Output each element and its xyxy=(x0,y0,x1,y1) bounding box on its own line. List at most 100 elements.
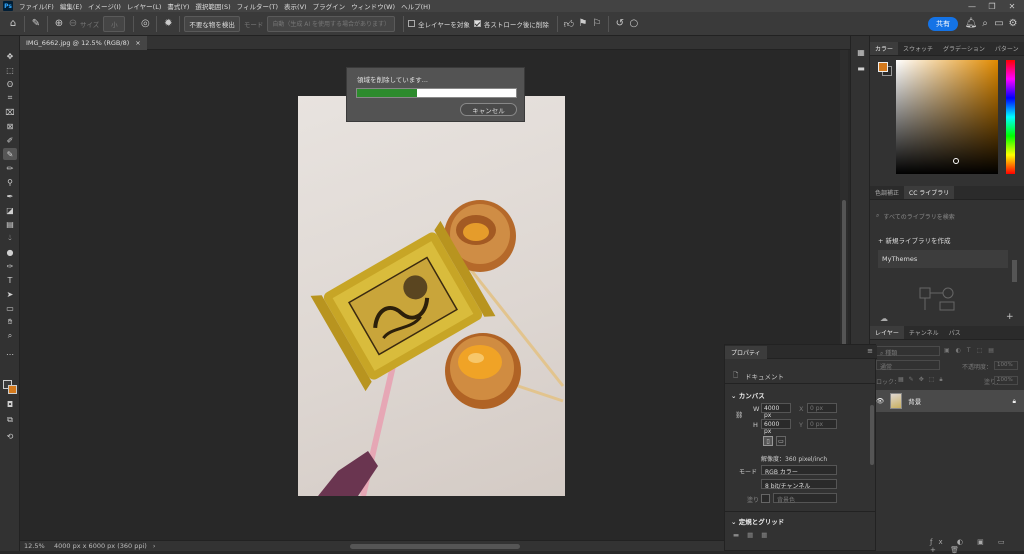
background-color-swatch[interactable] xyxy=(8,385,17,394)
menu-plugins[interactable]: プラグイン xyxy=(310,1,349,11)
flag-icon[interactable]: ⚐ xyxy=(590,17,604,31)
minimize-button[interactable]: — xyxy=(962,0,982,12)
eraser-tool-icon[interactable]: ◪ xyxy=(3,204,17,216)
menu-select[interactable]: 選択範囲(S) xyxy=(192,1,233,11)
share-for-review-icon[interactable]: ⟲ xyxy=(3,430,17,442)
settings-icon[interactable]: ⚙ xyxy=(1006,17,1020,31)
zoom-tool-icon[interactable]: ⌕ xyxy=(3,330,17,342)
layer-filter-icons[interactable]: ▣◐T⬚▤ xyxy=(944,347,1000,354)
crop-tool-icon[interactable]: ⌧ xyxy=(3,106,17,118)
type-tool-icon[interactable]: T xyxy=(3,274,17,286)
blur-tool-icon[interactable]: 💧︎ xyxy=(3,232,17,244)
ruler-grid-icons[interactable]: ▬▦▦ xyxy=(733,531,775,539)
remove-after-stroke-checkbox[interactable] xyxy=(473,20,481,27)
mode-select[interactable]: 自動（生成 AI を使用する場合があります） xyxy=(267,15,396,32)
pen-tool-icon[interactable]: ✑ xyxy=(3,260,17,272)
thumbs-up-icon[interactable]: 👍︎ xyxy=(562,17,576,31)
close-window-button[interactable]: ✕ xyxy=(1002,0,1022,12)
fill-color-swatch[interactable] xyxy=(761,494,770,503)
lock-icons[interactable]: ▦✎✥⬚🔒︎ xyxy=(898,376,948,384)
path-select-tool-icon[interactable]: ➤ xyxy=(3,288,17,300)
canvas-section-title[interactable]: ⌄ カンバス xyxy=(731,390,765,400)
height-field[interactable]: 6000 px xyxy=(761,419,791,435)
bell-icon[interactable]: 🔔︎ xyxy=(964,17,978,31)
menu-type[interactable]: 書式(Y) xyxy=(164,1,192,11)
thumbs-down-icon[interactable]: ⚑ xyxy=(576,17,590,31)
library-item[interactable]: MyThemes xyxy=(878,250,1008,268)
tab-cc-libraries[interactable]: CC ライブラリ xyxy=(904,186,955,199)
size-select[interactable]: 小 xyxy=(103,15,126,32)
library-scrollbar[interactable] xyxy=(1012,260,1017,282)
pressure-icon[interactable]: ◎ xyxy=(138,17,152,31)
blend-mode-select[interactable]: 通常 xyxy=(876,360,940,371)
status-menu-icon[interactable]: › xyxy=(153,542,156,550)
add-brush-icon[interactable]: ⊕ xyxy=(52,17,66,31)
maximize-button[interactable]: ❐ xyxy=(982,0,1002,12)
history-brush-tool-icon[interactable]: ✒ xyxy=(3,190,17,202)
tab-paths[interactable]: パス xyxy=(944,326,966,339)
detect-distractions-button[interactable]: 不要な物を検出 xyxy=(184,15,240,32)
workspace-icon[interactable]: ▭ xyxy=(992,17,1006,31)
layer-filter-select[interactable]: ⌕ 種類 xyxy=(876,346,940,357)
marquee-tool-icon[interactable]: ⬚ xyxy=(3,64,17,76)
tab-gradients[interactable]: グラデーション xyxy=(938,42,990,55)
close-tab-icon[interactable]: × xyxy=(135,39,140,47)
menu-file[interactable]: ファイル(F) xyxy=(16,1,57,11)
remove-tool-icon[interactable]: ✎ xyxy=(29,17,43,31)
visibility-eye-icon[interactable]: 👁︎ xyxy=(876,397,884,405)
y-field[interactable]: 0 px xyxy=(807,419,837,429)
cloud-icon[interactable]: ☁ xyxy=(880,314,888,323)
reset-icon[interactable]: ↺ xyxy=(613,17,627,31)
document-image[interactable] xyxy=(298,96,565,496)
frame-tool-icon[interactable]: ⊠ xyxy=(3,120,17,132)
quick-mask-icon[interactable]: ◘ xyxy=(3,398,17,410)
share-button[interactable]: 共有 xyxy=(928,16,958,31)
layer-row[interactable]: 👁︎ 背景 🔒︎ xyxy=(870,390,1024,412)
brush-tool-icon[interactable]: ✏ xyxy=(3,162,17,174)
canvas-horizontal-scrollbar[interactable] xyxy=(350,544,520,549)
panel-menu-icon[interactable]: ≡ xyxy=(867,347,873,355)
menu-image[interactable]: イメージ(I) xyxy=(85,1,124,11)
menu-filter[interactable]: フィルター(T) xyxy=(234,1,281,11)
add-library-icon[interactable]: + xyxy=(1006,312,1014,322)
history-panel-icon[interactable]: ▦ xyxy=(854,46,868,58)
move-tool-icon[interactable]: ✥ xyxy=(3,50,17,62)
opacity-field[interactable]: 100% xyxy=(994,361,1018,370)
sample-all-layers-checkbox[interactable] xyxy=(408,20,416,27)
bit-depth-select[interactable]: 8 bit/チャンネル xyxy=(761,479,837,490)
more-tools-icon[interactable]: ⋯ xyxy=(3,348,17,360)
fill-select[interactable]: 背景色 xyxy=(773,493,837,504)
tab-properties[interactable]: プロパティ xyxy=(725,346,767,359)
x-field[interactable]: 0 px xyxy=(807,403,837,413)
screen-mode-icon[interactable]: ⧉ xyxy=(3,414,17,426)
hand-tool-icon[interactable]: ✋︎ xyxy=(3,316,17,328)
layer-actions-icons[interactable]: ƒx ◐ ▣ ▭ + 🗑︎ xyxy=(930,538,1024,554)
dodge-tool-icon[interactable]: ● xyxy=(3,246,17,258)
menu-edit[interactable]: 編集(E) xyxy=(57,1,85,11)
eyedropper-tool-icon[interactable]: ✐ xyxy=(3,134,17,146)
new-library-button[interactable]: + 新規ライブラリを作成 xyxy=(878,235,951,245)
remove-tool-icon[interactable]: ✎ xyxy=(3,148,17,160)
menu-layer[interactable]: レイヤー(L) xyxy=(124,1,165,11)
link-dimensions-icon[interactable]: ⛓ xyxy=(735,411,743,419)
gradient-tool-icon[interactable]: ▤ xyxy=(3,218,17,230)
object-select-tool-icon[interactable]: ⌗ xyxy=(3,92,17,104)
scroll-thumb[interactable] xyxy=(842,200,846,350)
width-field[interactable]: 4000 px xyxy=(761,403,791,419)
color-picker-field[interactable] xyxy=(896,60,998,174)
lasso-tool-icon[interactable]: ʘ xyxy=(3,78,17,90)
tab-channels[interactable]: チャンネル xyxy=(904,326,944,339)
tab-adjustments[interactable]: 色調補正 xyxy=(870,186,904,199)
circle-icon[interactable]: ○ xyxy=(627,17,641,31)
search-icon[interactable]: ⌕ xyxy=(978,17,992,31)
rectangle-tool-icon[interactable]: ▭ xyxy=(3,302,17,314)
hue-slider[interactable] xyxy=(1006,60,1015,174)
tab-swatches[interactable]: スウォッチ xyxy=(898,42,938,55)
library-search-input[interactable]: ⌕ すべてのライブラリを検索 xyxy=(876,210,1016,222)
subtract-brush-icon[interactable]: ⊖ xyxy=(66,17,80,31)
tab-color[interactable]: カラー xyxy=(870,42,899,55)
foreground-swatch[interactable] xyxy=(878,62,888,72)
properties-scrollbar[interactable] xyxy=(870,405,874,465)
fill-field[interactable]: 100% xyxy=(994,376,1018,385)
rulers-grids-section-title[interactable]: ⌄ 定規とグリッド xyxy=(731,516,784,526)
